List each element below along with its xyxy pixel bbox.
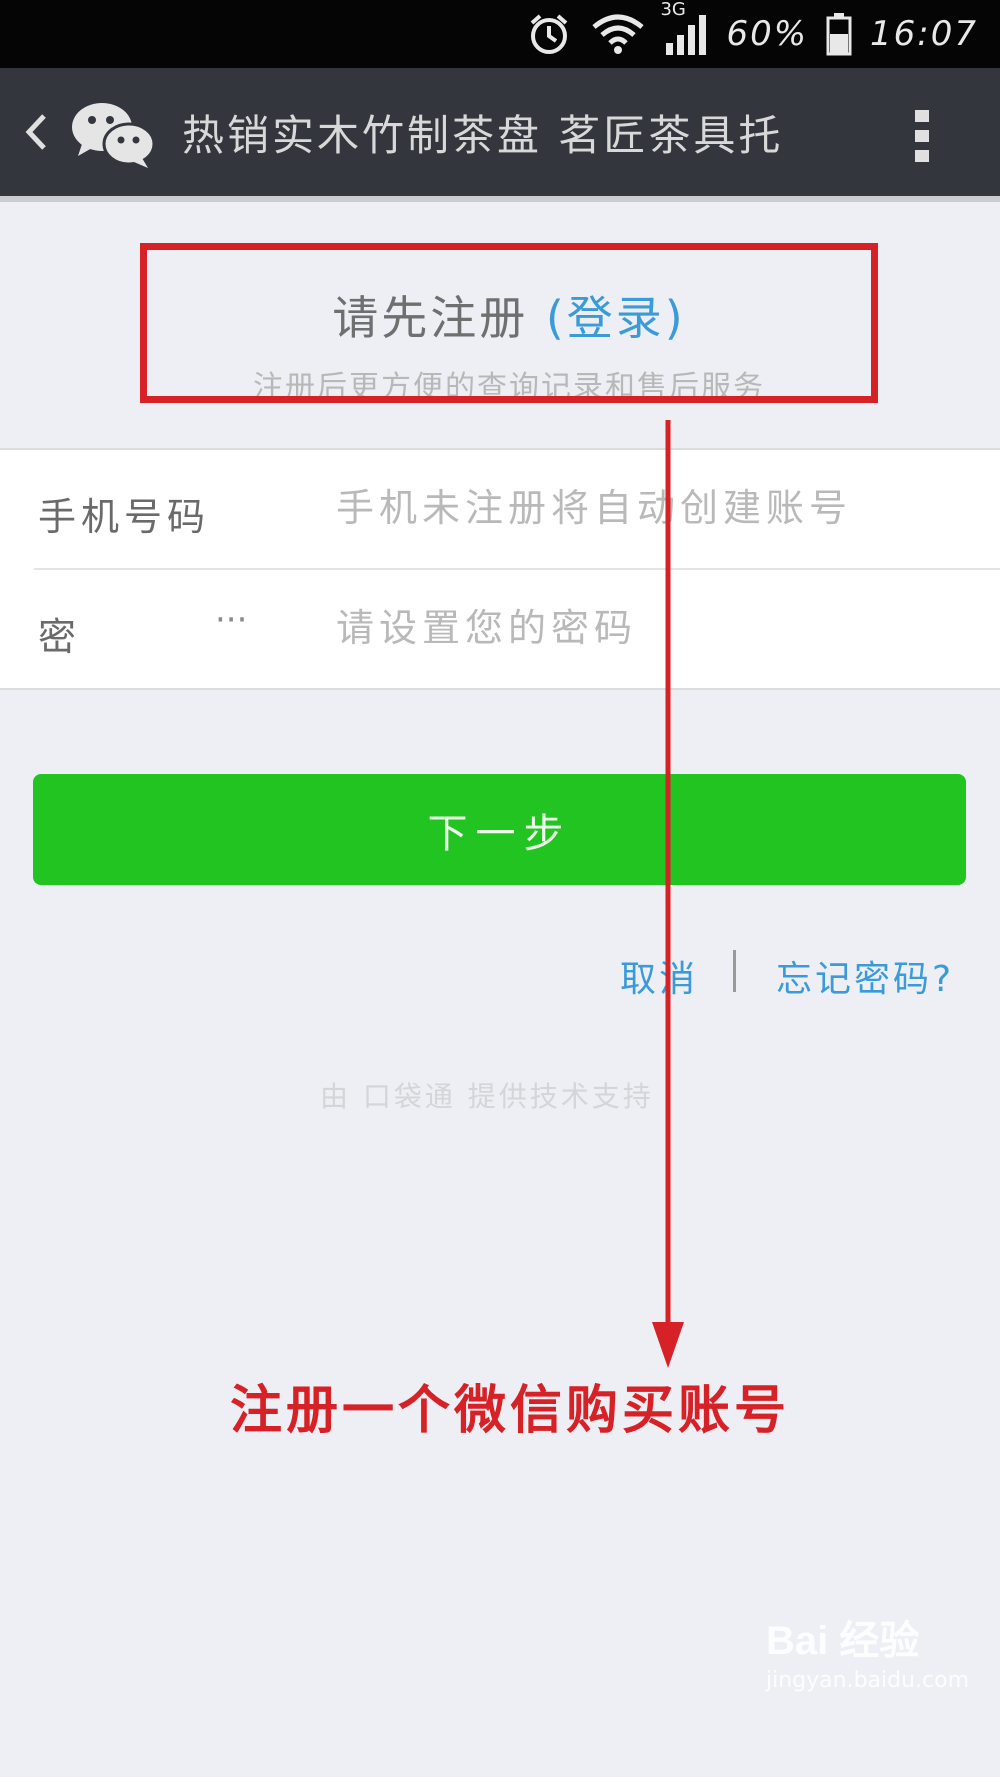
- back-arrow-icon[interactable]: [24, 112, 48, 152]
- battery-percent: 60%: [726, 14, 809, 54]
- watermark-url: jingyan.baidu.com: [766, 1668, 970, 1693]
- cancel-link[interactable]: 取消: [620, 950, 698, 1002]
- page-title: 热销实木竹制茶盘 茗匠茶具托: [182, 111, 784, 160]
- alarm-icon: [531, 14, 568, 54]
- annotation-caption: 注册一个微信购买账号: [230, 1381, 791, 1441]
- password-input[interactable]: [336, 598, 956, 658]
- register-form: 手机号码 密 ···: [0, 448, 1000, 690]
- network-type-label: 3G: [660, 0, 686, 20]
- clock: 16:07: [870, 14, 978, 54]
- tech-support-text: 由 口袋通 提供技术支持: [320, 1080, 654, 1113]
- forgot-password-link[interactable]: 忘记密码?: [776, 950, 954, 1002]
- wechat-logo-icon: [72, 103, 156, 168]
- wifi-icon: [592, 14, 645, 54]
- watermark-brand: Bai 经验: [766, 1619, 920, 1663]
- annotation-highlight-box: [140, 243, 878, 403]
- password-label: 密: [38, 615, 82, 659]
- phone-label: 手机号码: [38, 495, 211, 539]
- title-bar: 热销实木竹制茶盘 茗匠茶具托: [0, 68, 1000, 202]
- password-label-ellipsis: ···: [215, 600, 248, 640]
- password-row: 密 ···: [0, 570, 1000, 688]
- status-bar: 3G 60% 16:07: [0, 0, 1000, 68]
- link-separator: [733, 950, 736, 992]
- phone-row: 手机号码: [0, 450, 1000, 570]
- baidu-watermark: Bai 经验 jingyan.baidu.com: [766, 1608, 969, 1693]
- next-step-button[interactable]: 下一步: [33, 774, 966, 885]
- battery-icon: [826, 13, 852, 56]
- more-menu-icon[interactable]: [912, 110, 932, 162]
- phone-input[interactable]: [336, 478, 956, 538]
